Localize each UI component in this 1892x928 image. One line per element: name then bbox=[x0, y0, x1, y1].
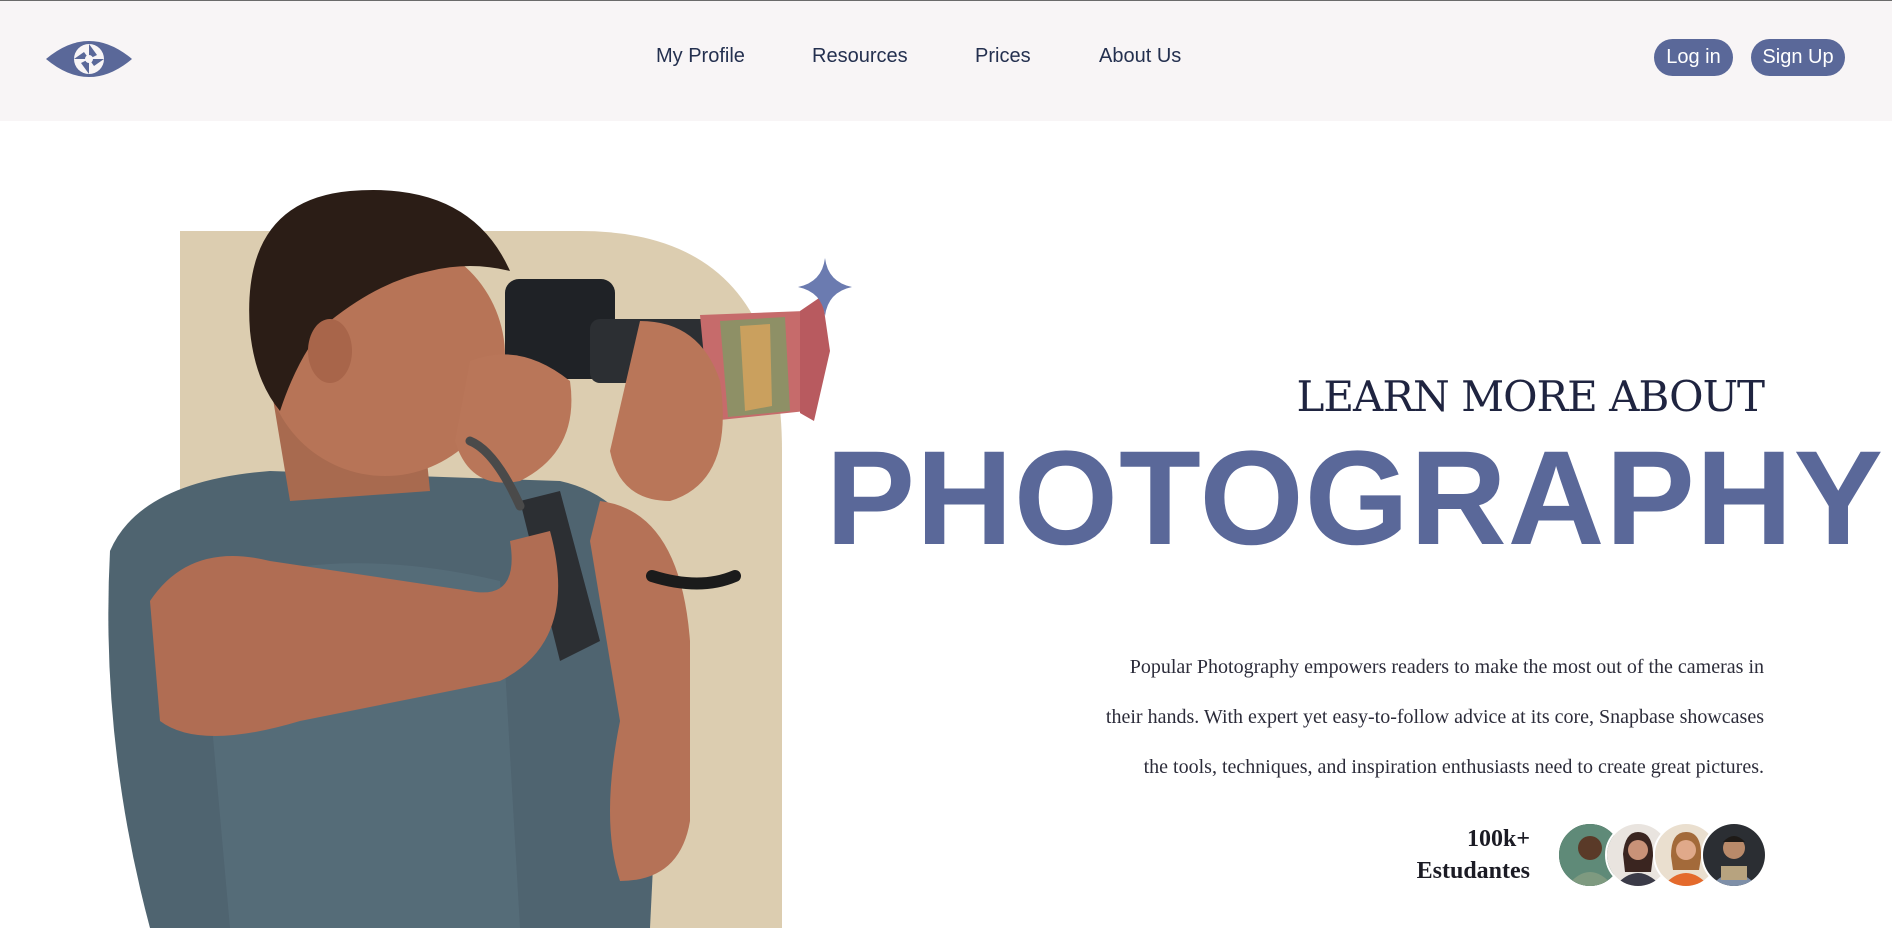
nav-link-resources[interactable]: Resources bbox=[812, 45, 908, 68]
sparkle-star-icon bbox=[798, 258, 852, 316]
top-navbar: My Profile Resources Prices About Us Log… bbox=[0, 1, 1892, 121]
description-line: their hands. With expert yet easy-to-fol… bbox=[1105, 706, 1764, 728]
hero-description: Popular Photography empowers readers to … bbox=[1084, 642, 1764, 792]
signup-button[interactable]: Sign Up bbox=[1751, 39, 1845, 76]
stat-value: 100k+ bbox=[1466, 826, 1530, 852]
description-line: the tools, techniques, and inspiration e… bbox=[1143, 756, 1764, 778]
avatar bbox=[1701, 822, 1767, 888]
login-button[interactable]: Log in bbox=[1654, 39, 1733, 76]
hero-headline: PHOTOGRAPHY bbox=[825, 424, 1884, 573]
hero-photographer-image bbox=[0, 121, 900, 928]
student-avatars bbox=[1557, 822, 1767, 888]
nav-link-prices[interactable]: Prices bbox=[975, 45, 1031, 68]
nav-link-about-us[interactable]: About Us bbox=[1099, 45, 1181, 68]
main-nav: My Profile Resources Prices About Us bbox=[0, 45, 1892, 71]
stat-label: Estudantes bbox=[1416, 858, 1530, 884]
description-line: Popular Photography empowers readers to … bbox=[1129, 656, 1764, 678]
nav-link-my-profile[interactable]: My Profile bbox=[656, 45, 745, 68]
hero-kicker: LEARN MORE ABOUT bbox=[1296, 372, 1765, 421]
students-stat: 100k+ Estudantes bbox=[1417, 823, 1530, 887]
